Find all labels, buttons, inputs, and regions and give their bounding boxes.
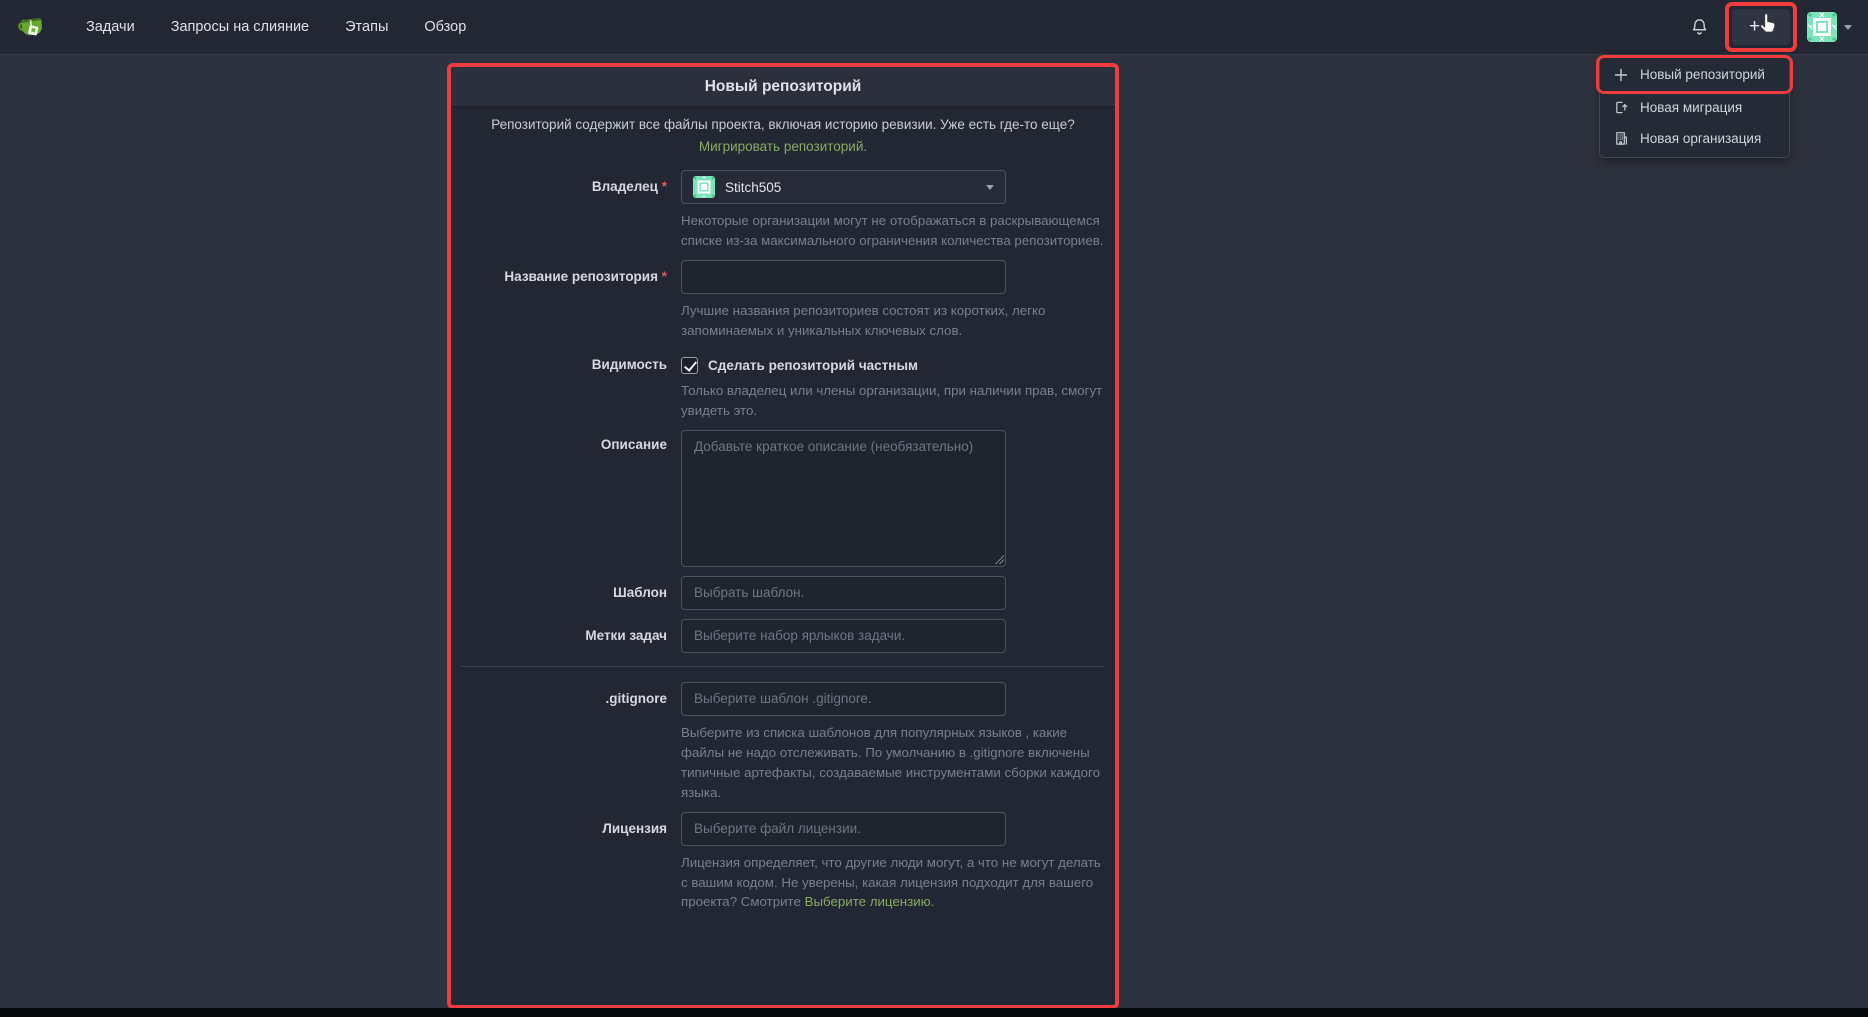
top-navbar: Задачи Запросы на слияние Этапы Обзор + <box>0 0 1868 55</box>
description-textarea[interactable] <box>681 430 1006 567</box>
gitignore-label: .gitignore <box>459 682 681 803</box>
visibility-help-text: Только владелец или члены организации, п… <box>681 381 1105 421</box>
field-gitignore: .gitignore Выберите из списка шаблонов д… <box>459 682 1107 803</box>
repo-name-help-text: Лучшие названия репозиториев состоят из … <box>681 301 1105 341</box>
menu-item-new-organization[interactable]: Новая организация <box>1600 123 1789 154</box>
license-help-text: Лицензия определяет, что другие люди мог… <box>681 853 1105 913</box>
private-checkbox[interactable] <box>681 357 698 374</box>
owner-help-text: Некоторые организации могут не отображат… <box>681 211 1105 251</box>
user-menu-button[interactable] <box>1807 12 1852 42</box>
notifications-bell-icon[interactable] <box>1690 18 1709 37</box>
visibility-label: Видимость <box>459 350 681 421</box>
navbar-right: + <box>1690 2 1852 52</box>
window-bottom-edge <box>0 1008 1868 1017</box>
owner-avatar <box>693 176 715 198</box>
nav-item-issues[interactable]: Задачи <box>86 19 135 35</box>
menu-item-new-migration[interactable]: Новая миграция <box>1600 92 1789 123</box>
organization-icon <box>1613 131 1629 146</box>
field-license: Лицензия Лицензия определяет, что другие… <box>459 812 1107 913</box>
repo-name-label: Название репозитория <box>459 260 681 341</box>
annotation-box-plus-button: + <box>1725 2 1797 52</box>
create-dropdown-menu: Новый репозиторий Новая миграция Новая о… <box>1599 56 1790 158</box>
field-repo-name: Название репозитория Лучшие названия реп… <box>459 260 1107 341</box>
owner-selected-value: Stitch505 <box>725 180 781 195</box>
visibility-checkbox-row: Сделать репозиторий частным <box>681 350 1105 374</box>
license-input[interactable] <box>681 812 1006 846</box>
issue-labels-label: Метки задач <box>459 619 681 653</box>
field-issue-labels: Метки задач <box>459 619 1107 653</box>
field-description: Описание <box>459 430 1107 567</box>
new-repository-form: Новый репозиторий Репозиторий содержит в… <box>447 63 1119 1009</box>
choose-license-link[interactable]: Выберите лицензию. <box>805 894 935 909</box>
owner-dropdown[interactable]: Stitch505 <box>681 170 1006 204</box>
menu-item-label: Новая организация <box>1640 131 1761 146</box>
owner-label: Владелец <box>459 170 681 251</box>
page-title: Новый репозиторий <box>705 78 862 96</box>
migrate-repository-link[interactable]: Мигрировать репозиторий. <box>699 139 867 154</box>
private-checkbox-label: Сделать репозиторий частным <box>708 358 918 373</box>
license-label: Лицензия <box>459 812 681 913</box>
nav-item-explore[interactable]: Обзор <box>424 19 466 35</box>
nav-item-milestones[interactable]: Этапы <box>345 19 388 35</box>
menu-item-label: Новый репозиторий <box>1640 67 1765 82</box>
description-label: Описание <box>459 430 681 567</box>
plus-icon <box>1613 68 1629 82</box>
menu-item-new-repository[interactable]: Новый репозиторий <box>1600 59 1789 90</box>
gitignore-help-text: Выберите из списка шаблонов для популярн… <box>681 723 1105 803</box>
gitea-logo-icon[interactable] <box>16 11 48 43</box>
form-body: Репозиторий содержит все файлы проекта, … <box>451 107 1115 912</box>
form-header: Новый репозиторий <box>451 67 1115 107</box>
template-input[interactable] <box>681 576 1006 610</box>
section-divider <box>461 666 1105 667</box>
menu-item-label: Новая миграция <box>1640 100 1742 115</box>
chevron-down-icon <box>1765 25 1773 30</box>
template-label: Шаблон <box>459 576 681 610</box>
form-intro: Репозиторий содержит все файлы проекта, … <box>482 114 1084 157</box>
chevron-down-icon <box>1844 25 1852 30</box>
create-new-button[interactable]: + <box>1732 9 1790 45</box>
repo-name-input[interactable] <box>681 260 1006 294</box>
user-avatar <box>1807 12 1837 42</box>
nav-item-pull-requests[interactable]: Запросы на слияние <box>171 19 309 35</box>
gitignore-input[interactable] <box>681 682 1006 716</box>
navbar-links: Задачи Запросы на слияние Этапы Обзор <box>86 19 466 35</box>
field-template: Шаблон <box>459 576 1107 610</box>
field-visibility: Видимость Сделать репозиторий частным То… <box>459 350 1107 421</box>
migrate-icon <box>1613 100 1629 115</box>
issue-labels-input[interactable] <box>681 619 1006 653</box>
plus-icon: + <box>1749 17 1760 36</box>
intro-text: Репозиторий содержит все файлы проекта, … <box>491 117 1075 132</box>
chevron-down-icon <box>986 185 994 190</box>
field-owner: Владелец Stitch505 <box>459 170 1107 251</box>
